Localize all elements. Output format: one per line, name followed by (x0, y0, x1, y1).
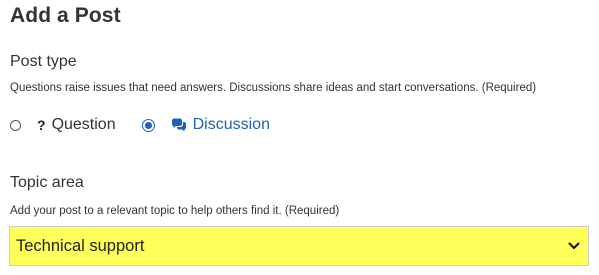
discussion-radio-option[interactable]: Discussion (141, 116, 270, 134)
topic-area-select[interactable]: Technical support (9, 226, 589, 266)
discussion-option-label: Discussion (192, 116, 270, 133)
question-mark-icon: ? (37, 117, 46, 133)
chat-bubbles-icon (171, 118, 186, 132)
page-title: Add a Post (10, 4, 121, 27)
question-radio-button[interactable] (10, 119, 21, 131)
chevron-down-icon (568, 242, 580, 249)
discussion-radio-button[interactable] (141, 118, 155, 132)
topic-area-help-text: Add your post to a relevant topic to hel… (10, 205, 340, 217)
post-type-label: Post type (10, 53, 77, 70)
post-type-radio-group: ? Question Discussion (10, 113, 270, 137)
post-type-help-text: Questions raise issues that need answers… (10, 82, 537, 94)
question-option-label: Question (51, 116, 116, 133)
add-post-form: Add a Post Post type Questions raise iss… (0, 0, 599, 275)
topic-area-label: Topic area (10, 174, 84, 191)
question-radio-option[interactable]: ? Question (10, 116, 116, 134)
topic-area-selected-value: Technical support (16, 236, 145, 255)
